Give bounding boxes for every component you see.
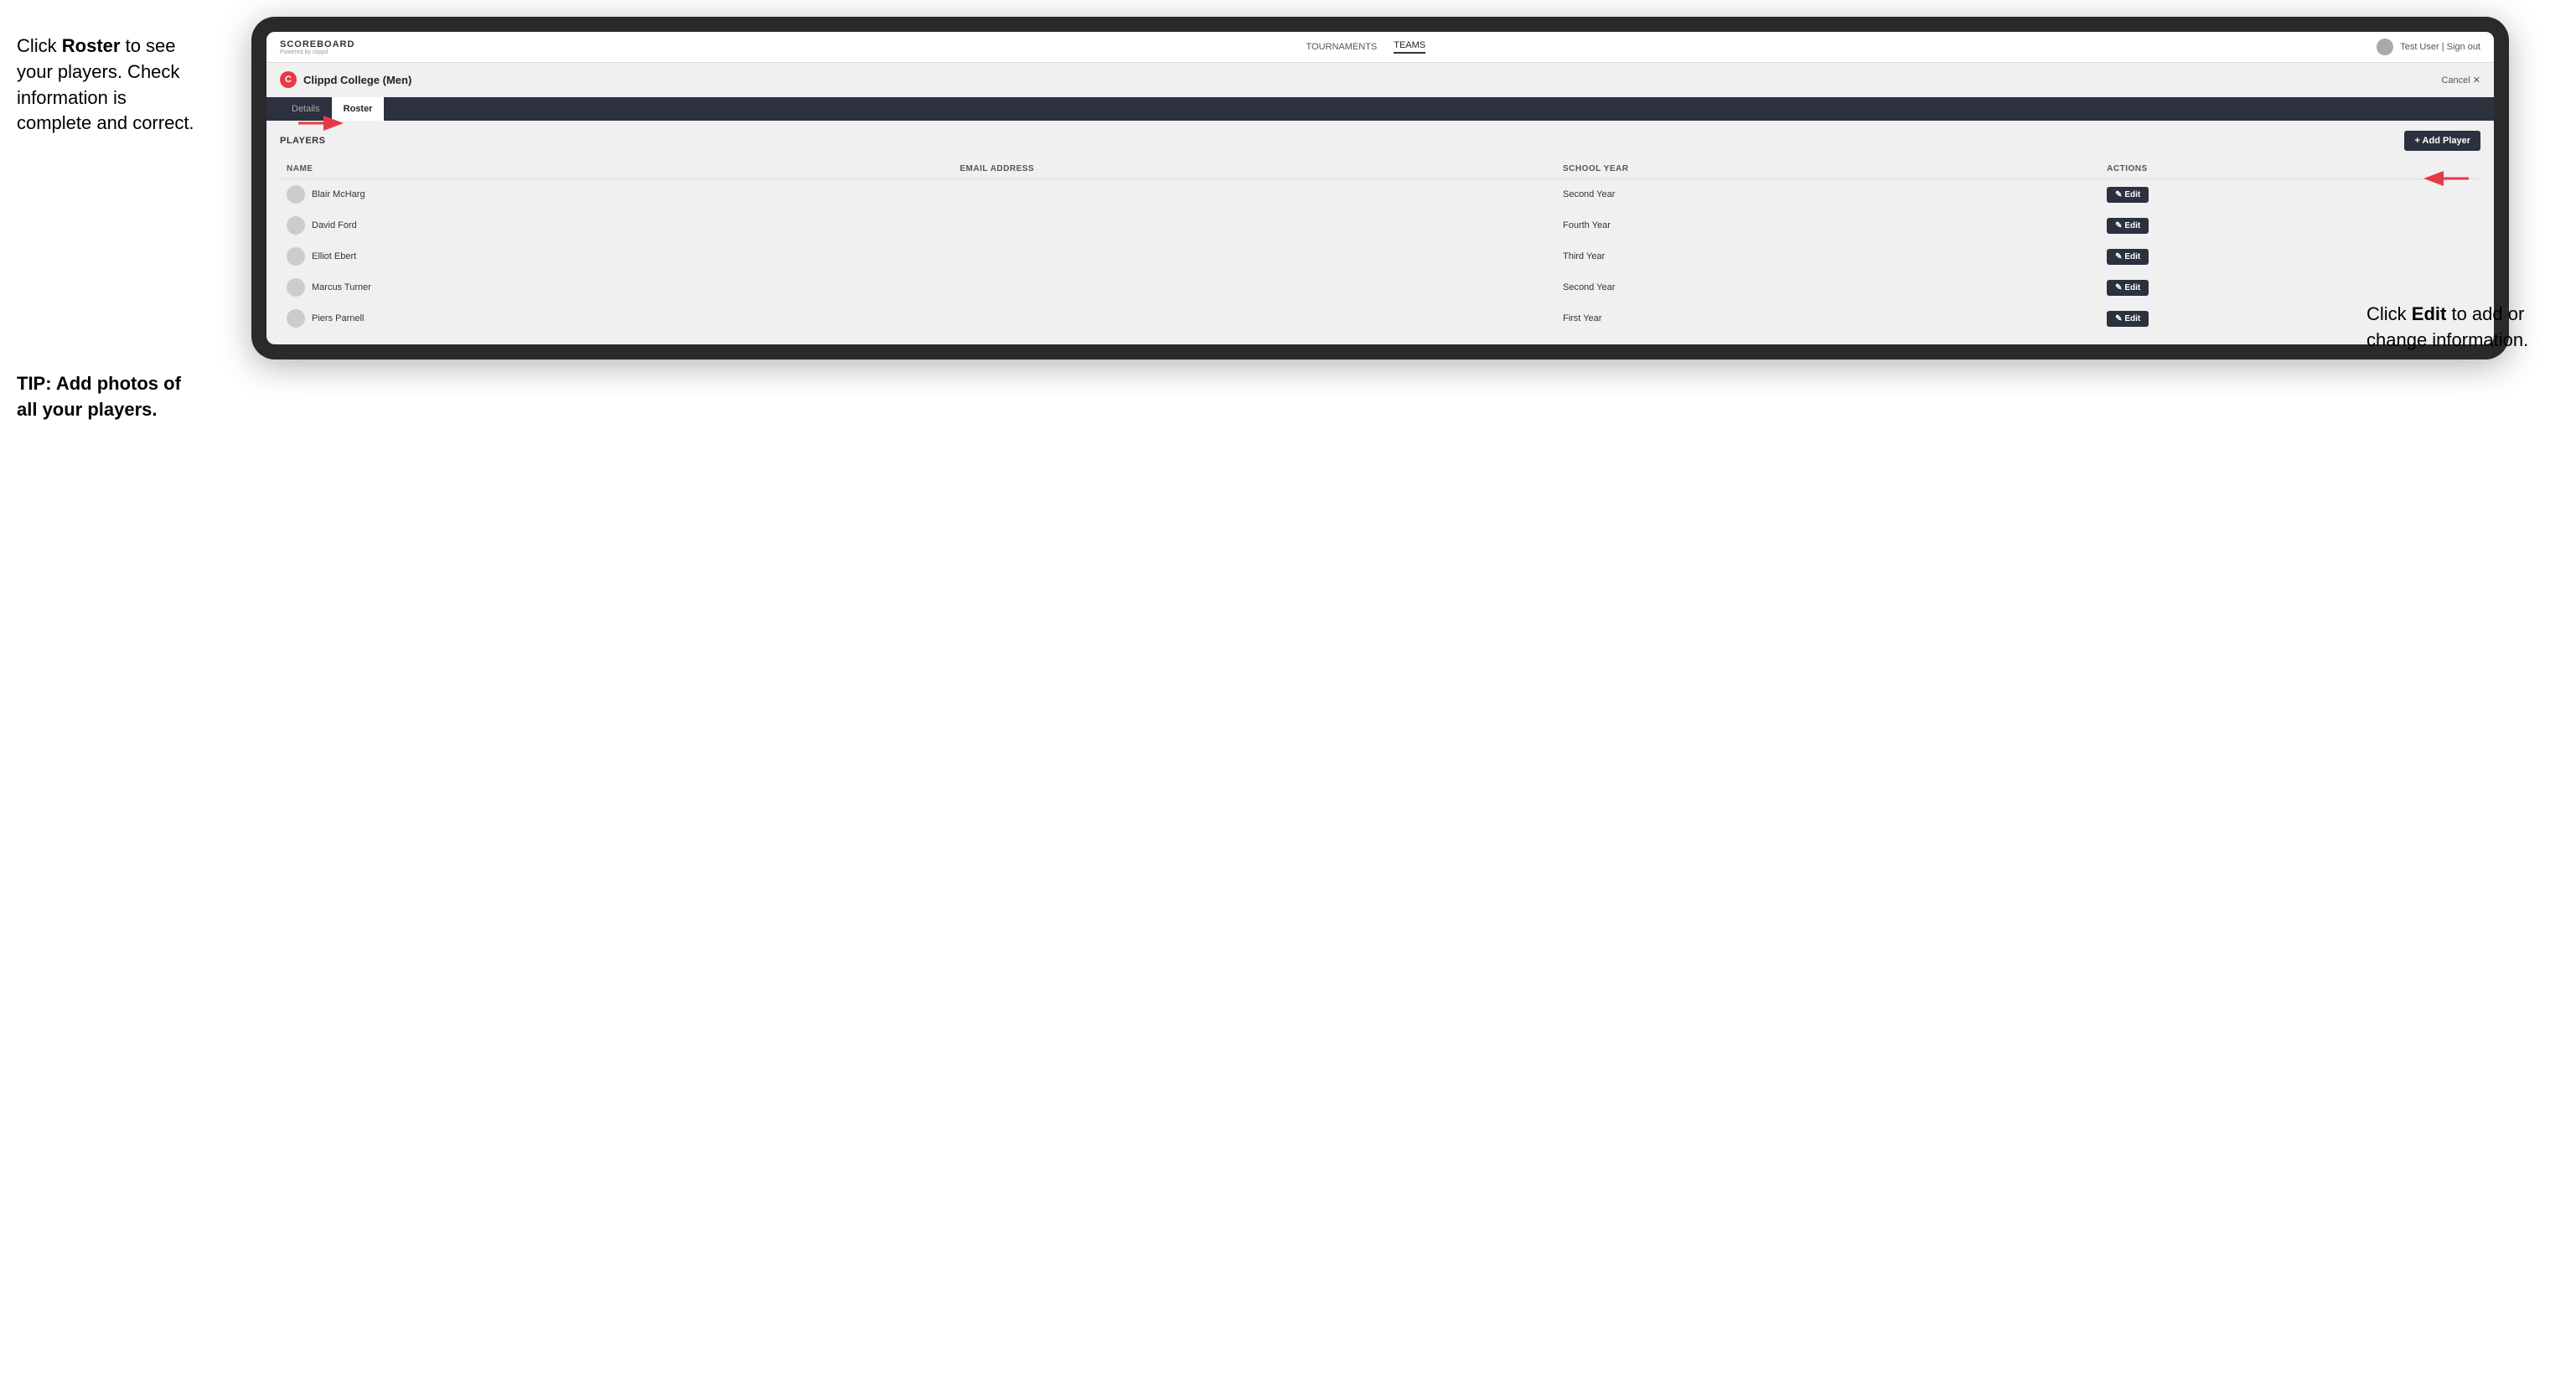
app-header: SCOREBOARD Powered by clippd TOURNAMENTS… — [266, 32, 2494, 63]
logo-title: SCOREBOARD — [280, 39, 354, 49]
nav-tournaments[interactable]: TOURNAMENTS — [1306, 42, 1378, 52]
edit-button-row-3[interactable]: ✎ Edit — [2107, 280, 2149, 296]
tablet-screen: SCOREBOARD Powered by clippd TOURNAMENTS… — [266, 32, 2494, 344]
players-header: PLAYERS + Add Player — [280, 131, 2480, 151]
app-logo: SCOREBOARD Powered by clippd — [280, 39, 354, 55]
player-avatar-icon — [287, 216, 305, 235]
player-name: David Ford — [312, 220, 357, 230]
edit-arrow — [2410, 166, 2469, 191]
player-name: Marcus Turner — [312, 282, 371, 292]
player-year-cell: Third Year — [1556, 241, 2100, 272]
player-year-cell: Second Year — [1556, 179, 2100, 210]
user-avatar-icon — [2377, 39, 2393, 55]
edit-button-row-1[interactable]: ✎ Edit — [2107, 218, 2149, 234]
player-actions-cell: ✎ Edit — [2100, 272, 2480, 303]
table-row: Blair McHarg Second Year ✎ Edit — [280, 179, 2480, 210]
player-name: Elliot Ebert — [312, 251, 356, 261]
player-avatar-icon — [287, 278, 305, 297]
players-label: PLAYERS — [280, 136, 325, 146]
players-table: NAME EMAIL ADDRESS SCHOOL YEAR ACTIONS B… — [280, 159, 2480, 334]
tabs-bar: Details Roster — [266, 97, 2494, 121]
player-actions-cell: ✎ Edit — [2100, 241, 2480, 272]
edit-button-row-0[interactable]: ✎ Edit — [2107, 187, 2149, 203]
logo-sub: Powered by clippd — [280, 49, 354, 55]
player-email-cell — [953, 241, 1556, 272]
team-icon: C — [280, 71, 297, 88]
team-title: Clippd College (Men) — [303, 74, 411, 86]
col-header-email: EMAIL ADDRESS — [953, 159, 1556, 179]
col-header-school-year: SCHOOL YEAR — [1556, 159, 2100, 179]
player-name: Piers Parnell — [312, 313, 364, 323]
user-label: Test User | Sign out — [2400, 42, 2480, 52]
player-email-cell — [953, 210, 1556, 241]
player-actions-cell: ✎ Edit — [2100, 210, 2480, 241]
left-instructions: Click Roster to see your players. Check … — [17, 17, 201, 423]
player-avatar-icon — [287, 185, 305, 204]
player-avatar-icon — [287, 309, 305, 328]
player-name: Blair McHarg — [312, 189, 365, 199]
table-row: Elliot Ebert Third Year ✎ Edit — [280, 241, 2480, 272]
player-year-cell: Second Year — [1556, 272, 2100, 303]
roster-emphasis: Roster — [62, 35, 121, 56]
player-email-cell — [953, 303, 1556, 334]
player-name-cell: Piers Parnell — [280, 303, 953, 334]
player-email-cell — [953, 272, 1556, 303]
nav-teams[interactable]: TEAMS — [1394, 40, 1425, 54]
edit-button-row-2[interactable]: ✎ Edit — [2107, 249, 2149, 265]
table-header-row: NAME EMAIL ADDRESS SCHOOL YEAR ACTIONS — [280, 159, 2480, 179]
player-year-cell: Fourth Year — [1556, 210, 2100, 241]
tip-text: TIP: Add photos of all your players. — [17, 371, 201, 423]
table-row: Marcus Turner Second Year ✎ Edit — [280, 272, 2480, 303]
player-name-cell: Blair McHarg — [280, 179, 953, 210]
table-row: Piers Parnell First Year ✎ Edit — [280, 303, 2480, 334]
player-avatar-icon — [287, 247, 305, 266]
cancel-button[interactable]: Cancel ✕ — [2441, 75, 2480, 85]
app-nav: TOURNAMENTS TEAMS — [1306, 40, 1426, 54]
add-player-button[interactable]: + Add Player — [2404, 131, 2480, 151]
player-email-cell — [953, 179, 1556, 210]
player-name-cell: Elliot Ebert — [280, 241, 953, 272]
tablet-frame: SCOREBOARD Powered by clippd TOURNAMENTS… — [251, 17, 2509, 359]
players-section: PLAYERS + Add Player NAME EMAIL ADDRESS … — [266, 121, 2494, 344]
edit-button-row-4[interactable]: ✎ Edit — [2107, 311, 2149, 327]
player-year-cell: First Year — [1556, 303, 2100, 334]
player-name-cell: David Ford — [280, 210, 953, 241]
edit-emphasis: Edit — [2412, 303, 2447, 324]
table-row: David Ford Fourth Year ✎ Edit — [280, 210, 2480, 241]
player-name-cell: Marcus Turner — [280, 272, 953, 303]
team-name-area: C Clippd College (Men) — [280, 71, 411, 88]
team-header: C Clippd College (Men) Cancel ✕ — [266, 63, 2494, 97]
col-header-name: NAME — [280, 159, 953, 179]
right-instructions: Click Edit to add or change information. — [2367, 302, 2559, 354]
roster-arrow — [298, 111, 349, 136]
app-user: Test User | Sign out — [2377, 39, 2480, 55]
